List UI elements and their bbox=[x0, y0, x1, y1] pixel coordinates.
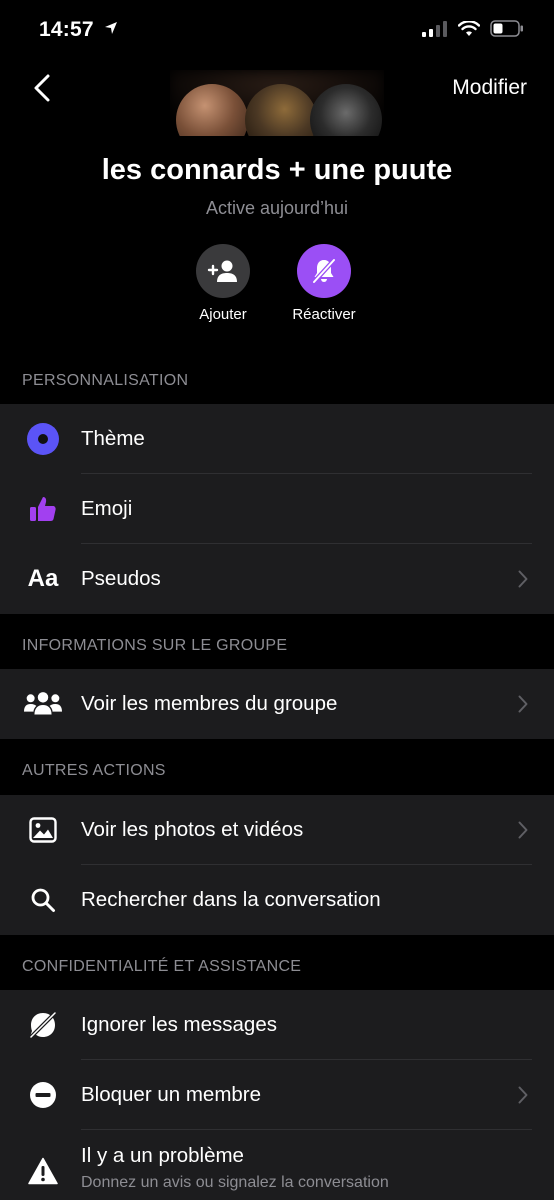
section-header-privacy-support: CONFIDENTIALITÉ ET ASSISTANCE bbox=[22, 958, 302, 975]
status-time-text: 14:57 bbox=[39, 18, 94, 41]
view-media-row[interactable]: Voir les photos et vidéos bbox=[0, 795, 554, 865]
section-header-other-actions: AUTRES ACTIONS bbox=[22, 762, 166, 779]
edit-button[interactable]: Modifier bbox=[452, 76, 527, 100]
chevron-right-icon bbox=[518, 821, 528, 839]
add-member-button[interactable] bbox=[196, 244, 250, 298]
search-icon bbox=[24, 881, 62, 919]
unmute-label: Réactiver bbox=[292, 306, 356, 323]
cellular-signal-icon bbox=[422, 20, 447, 37]
chevron-right-icon bbox=[518, 695, 528, 713]
personalisation-group: Thème Emoji Aa Pseudos bbox=[0, 404, 554, 614]
people-icon bbox=[24, 685, 62, 723]
emoji-row[interactable]: Emoji bbox=[0, 474, 554, 544]
other-actions-group: Voir les photos et vidéos Rechercher dan… bbox=[0, 795, 554, 935]
unmute-action[interactable]: Réactiver bbox=[269, 244, 379, 323]
add-member-label: Ajouter bbox=[199, 306, 247, 323]
section-header-personalisation: PERSONNALISATION bbox=[22, 372, 189, 389]
unmute-button[interactable] bbox=[297, 244, 351, 298]
theme-row[interactable]: Thème bbox=[0, 404, 554, 474]
section-header-group-info: INFORMATIONS SUR LE GROUPE bbox=[22, 637, 288, 654]
ignore-icon bbox=[24, 1006, 62, 1044]
report-problem-sublabel: Donnez un avis ou signalez la conversati… bbox=[81, 1174, 389, 1191]
nicknames-label: Pseudos bbox=[81, 567, 161, 590]
nicknames-row[interactable]: Aa Pseudos bbox=[0, 544, 554, 614]
emoji-label: Emoji bbox=[81, 497, 133, 520]
group-activity-status: Active aujourd’hui bbox=[205, 198, 349, 218]
thumbs-up-icon bbox=[24, 490, 62, 528]
report-problem-label: Il y a un problème bbox=[81, 1144, 244, 1167]
status-time: 14:57 bbox=[39, 18, 118, 42]
status-bar: 14:57 bbox=[0, 0, 554, 60]
search-conversation-row[interactable]: Rechercher dans la conversation bbox=[0, 865, 554, 935]
bell-muted-icon bbox=[311, 257, 337, 285]
chevron-right-icon bbox=[518, 1086, 528, 1104]
add-member-action[interactable]: Ajouter bbox=[168, 244, 278, 323]
group-avatars[interactable] bbox=[170, 70, 384, 136]
block-member-label: Bloquer un membre bbox=[81, 1083, 262, 1106]
font-aa-icon: Aa bbox=[27, 565, 59, 592]
view-members-label: Voir les membres du groupe bbox=[81, 692, 338, 715]
block-member-row[interactable]: Bloquer un membre bbox=[0, 1060, 554, 1130]
photo-icon bbox=[24, 811, 62, 849]
theme-circle-icon bbox=[24, 420, 62, 458]
ignore-messages-label: Ignorer les messages bbox=[81, 1013, 277, 1036]
back-button[interactable] bbox=[24, 70, 60, 106]
ignore-messages-row[interactable]: Ignorer les messages bbox=[0, 990, 554, 1060]
add-person-icon bbox=[207, 260, 237, 282]
theme-label: Thème bbox=[81, 427, 145, 450]
wifi-icon bbox=[458, 20, 480, 36]
group-info-group: Voir les membres du groupe bbox=[0, 669, 554, 739]
report-problem-row[interactable]: Il y a un problème Donnez un avis ou sig… bbox=[0, 1130, 554, 1200]
block-icon bbox=[24, 1076, 62, 1114]
privacy-support-group: Ignorer les messages Bloquer un membre I… bbox=[0, 990, 554, 1200]
view-members-row[interactable]: Voir les membres du groupe bbox=[0, 669, 554, 739]
chevron-left-icon bbox=[34, 74, 50, 102]
location-arrow-icon bbox=[104, 22, 117, 34]
view-media-label: Voir les photos et vidéos bbox=[81, 818, 304, 841]
group-name: les connards + une puute bbox=[101, 154, 453, 186]
chevron-right-icon bbox=[518, 570, 528, 588]
battery-icon bbox=[490, 20, 523, 37]
search-conversation-label: Rechercher dans la conversation bbox=[81, 888, 381, 911]
status-icons bbox=[422, 20, 524, 37]
warning-icon bbox=[24, 1152, 62, 1190]
